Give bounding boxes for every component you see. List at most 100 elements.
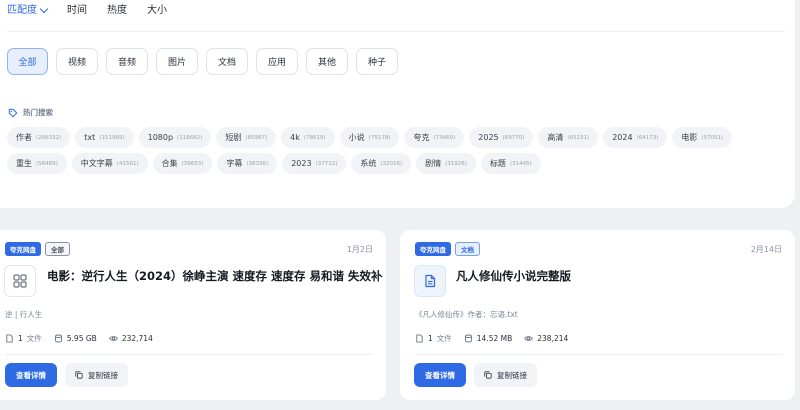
hot-search-tag[interactable]: 2025 (69770)	[469, 127, 534, 148]
sort-option-size[interactable]: 大小	[147, 4, 167, 18]
hot-search-tag[interactable]: 4k (78619)	[281, 127, 335, 148]
hot-search-tag[interactable]: 2023 (37722)	[282, 153, 347, 174]
hot-search-tag-count: (78619)	[303, 134, 326, 141]
file-size: 5.95 GB	[54, 334, 97, 343]
hot-search-tag[interactable]: 夸克 (73469)	[404, 127, 465, 148]
hot-search-tag[interactable]: 高清 (65231)	[538, 127, 599, 148]
type-badge: 文档	[455, 242, 480, 256]
result-card: 夸克网盘 文档 2月14日 凡人修仙传小说完整版 《凡人修仙传》作者：忘语.tx…	[400, 230, 795, 400]
card-description: 《凡人修仙传》作者：忘语.txt	[415, 310, 518, 319]
hot-search-tag[interactable]: 电影 (57051)	[672, 127, 733, 148]
hot-search-tag[interactable]: 系统 (32016)	[351, 153, 412, 174]
hot-search-tag-count: (31926)	[445, 160, 467, 167]
hot-search-tag[interactable]: 1080p (118662)	[138, 127, 212, 148]
file-count-label: 文件	[436, 334, 452, 343]
sort-option-time[interactable]: 时间	[67, 4, 87, 18]
hot-search-tag-count: (57051)	[701, 134, 724, 141]
sort-option-relevance[interactable]: 匹配度	[7, 4, 49, 18]
hot-search-tag-count: (38336)	[246, 160, 269, 167]
copy-link-label: 复制链接	[88, 370, 118, 380]
hot-search-tag[interactable]: 剧情 (31926)	[416, 153, 476, 174]
view-count: 232,714	[109, 334, 153, 343]
copy-link-button[interactable]: 复制链接	[474, 363, 537, 387]
hot-search-tag-count: (56489)	[36, 160, 58, 167]
hot-search-tag[interactable]: 标题 (31445)	[480, 153, 541, 174]
type-filter-torrent[interactable]: 种子	[356, 48, 398, 75]
sort-option-popularity[interactable]: 热度	[107, 4, 127, 18]
card-title[interactable]: 凡人修仙传小说完整版	[456, 268, 571, 284]
type-filter-all[interactable]: 全部	[7, 48, 48, 75]
copy-link-button[interactable]: 复制链接	[65, 363, 128, 387]
file-count-label: 文件	[26, 334, 42, 343]
type-filter-app[interactable]: 应用	[256, 48, 298, 75]
copy-icon	[484, 371, 492, 379]
hot-search-tag-label: 系统	[360, 159, 377, 168]
hot-search-tag-label: txt	[84, 133, 96, 142]
hot-search-tag-count: (64173)	[636, 134, 659, 141]
hot-search-tag-label: 标题	[489, 159, 506, 168]
database-icon	[54, 334, 62, 343]
source-badge: 夸克网盘	[415, 242, 451, 256]
hot-search-title: 热门搜索	[23, 108, 53, 117]
hot-search-tag[interactable]: 重生 (56489)	[7, 153, 67, 174]
file-icon	[416, 334, 423, 343]
type-filter-video[interactable]: 视频	[56, 48, 98, 75]
hot-search-tag[interactable]: txt (151989)	[75, 127, 134, 148]
type-filter-audio[interactable]: 音频	[106, 48, 148, 75]
hot-search-tag-count: (37722)	[315, 160, 338, 167]
hot-search-tag[interactable]: 短剧 (85987)	[216, 127, 277, 148]
hot-search-tag-label: 重生	[16, 159, 32, 168]
database-icon	[464, 334, 472, 343]
hot-search-tag-label: 合集	[161, 159, 178, 168]
hot-search-tag[interactable]: 2024 (64173)	[603, 127, 668, 148]
eye-icon	[109, 336, 118, 341]
file-size-value: 5.95 GB	[66, 334, 97, 343]
card-badges: 夸克网盘 全部	[5, 242, 70, 256]
tag-icon	[8, 108, 18, 117]
hot-search-tag-count: (73469)	[433, 134, 456, 141]
sort-option-label: 匹配度	[7, 5, 37, 16]
hot-search-tag-label: 2024	[612, 133, 633, 142]
file-icon	[6, 334, 13, 343]
hot-search-tag[interactable]: 字幕 (38336)	[217, 153, 278, 174]
copy-icon	[75, 371, 83, 379]
grid-icon	[4, 265, 36, 297]
card-badges: 夸克网盘 文档	[415, 242, 480, 256]
file-count-value: 1	[428, 334, 433, 343]
hot-search-tag[interactable]: 合集 (39653)	[152, 153, 213, 174]
view-count-value: 232,714	[121, 334, 153, 343]
type-filter-image[interactable]: 图片	[156, 48, 198, 75]
hot-search-tag-label: 电影	[681, 133, 698, 142]
file-size-value: 14.52 MB	[476, 334, 513, 343]
hot-search-tag-label: 4k	[290, 133, 300, 142]
view-details-button[interactable]: 查看详情	[5, 363, 57, 387]
hot-search-tag[interactable]: 小说 (75178)	[339, 127, 400, 148]
hot-search-tag-label: 短剧	[225, 133, 242, 142]
filter-panel: 匹配度 时间 热度 大小 全部 视频 音频 图片 文档 应用 其他 种子 热门搜…	[0, 0, 795, 208]
hot-search-tag-label: 夸克	[413, 133, 430, 142]
hot-search-tag-count: (65231)	[567, 134, 590, 141]
type-filter-other[interactable]: 其他	[306, 48, 348, 75]
file-count-value: 1	[18, 334, 23, 343]
view-count-value: 238,214	[537, 334, 569, 343]
file-count: 1 文件	[5, 333, 42, 344]
hot-search-tag-label: 高清	[547, 133, 564, 142]
eye-icon	[524, 336, 534, 341]
type-filter-document[interactable]: 文档	[206, 48, 248, 75]
hot-search-tag-label: 字幕	[226, 159, 243, 168]
hot-search-tag-count: (41561)	[116, 160, 139, 167]
hot-search-tag-count: (69770)	[502, 134, 525, 141]
hot-search-tag[interactable]: 中文字幕 (41561)	[71, 153, 148, 174]
hot-search-tag-count: (75178)	[368, 134, 391, 141]
divider	[7, 31, 785, 32]
hot-search-tag-count: (31445)	[509, 160, 532, 167]
document-icon	[414, 265, 446, 297]
hot-search-tag[interactable]: 作者 (266332)	[7, 127, 71, 148]
view-details-button[interactable]: 查看详情	[414, 363, 466, 387]
card-title[interactable]: 电影：逆行人生（2024）徐峥主演 速度存 速度存 易和谐 失效补	[47, 268, 383, 284]
hot-search-tag-label: 2023	[291, 159, 312, 168]
chevron-down-icon	[39, 4, 49, 14]
hot-search-tag-label: 1080p	[147, 133, 174, 142]
hot-search-heading: 热门搜索	[8, 107, 53, 118]
source-badge: 夸克网盘	[5, 242, 41, 256]
